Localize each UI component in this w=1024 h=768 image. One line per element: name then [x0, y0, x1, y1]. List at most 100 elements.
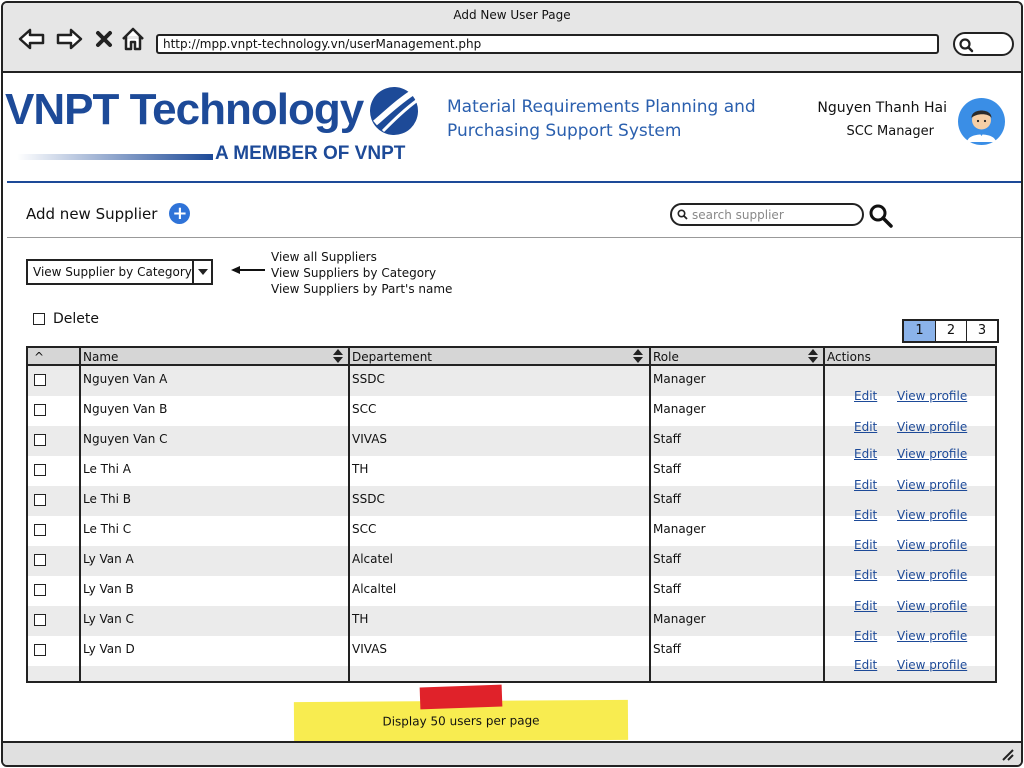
view-profile-link[interactable]: View profile	[897, 420, 967, 434]
row-checkbox[interactable]	[34, 524, 46, 536]
edit-link[interactable]: Edit	[854, 447, 877, 461]
row-role: Manager	[653, 612, 706, 626]
users-table: ^ Name Departement Role Actions Nguyen V…	[26, 346, 997, 683]
row-checkbox[interactable]	[34, 644, 46, 656]
table-row[interactable]: Ly Van A Alcatel Staff	[28, 546, 995, 576]
delete-label: Delete	[53, 311, 99, 327]
table-row[interactable]: Ly Van C TH Manager	[28, 606, 995, 636]
view-profile-link[interactable]: View profile	[897, 599, 967, 613]
page-1-button[interactable]: 1	[904, 321, 935, 341]
header-role[interactable]: Role	[653, 349, 679, 365]
plus-circle-icon: +	[169, 203, 191, 224]
row-checkbox[interactable]	[34, 464, 46, 476]
pagination: 1 2 3	[902, 319, 999, 343]
view-profile-link[interactable]: View profile	[897, 508, 967, 522]
row-checkbox[interactable]	[34, 434, 46, 446]
row-department: SSDC	[352, 372, 385, 386]
table-row[interactable]: Ly Van B Alcaltel Staff	[28, 576, 995, 606]
row-checkbox[interactable]	[34, 554, 46, 566]
add-supplier-button[interactable]: Add new Supplier +	[26, 203, 191, 224]
view-profile-link[interactable]: View profile	[897, 478, 967, 492]
header-actions: Actions	[827, 350, 871, 364]
back-arrow-icon[interactable]	[18, 25, 46, 53]
row-department: Alcatel	[352, 552, 393, 566]
edit-link[interactable]: Edit	[854, 599, 877, 613]
header-select-all[interactable]: ^	[34, 349, 44, 365]
edit-link[interactable]: Edit	[854, 508, 877, 522]
edit-link[interactable]: Edit	[854, 629, 877, 643]
view-option-category[interactable]: View Suppliers by Category	[271, 265, 452, 281]
resize-grip-icon[interactable]	[1001, 748, 1015, 762]
delete-checkbox[interactable]	[33, 313, 45, 325]
view-filter-select[interactable]: View Supplier by Category	[26, 259, 213, 285]
table-row[interactable]: Nguyen Van A SSDC Manager	[28, 366, 995, 396]
edit-link[interactable]: Edit	[854, 389, 877, 403]
app-title-line2: Purchasing Support System	[447, 121, 682, 141]
forward-arrow-icon[interactable]	[55, 25, 83, 53]
edit-link[interactable]: Edit	[854, 568, 877, 582]
app-title: Material Requirements Planning and Purch…	[447, 95, 797, 143]
search-icon	[959, 38, 974, 53]
row-name: Ly Van D	[83, 642, 135, 656]
row-checkbox[interactable]	[34, 584, 46, 596]
table-row[interactable]: Le Thi A TH Staff	[28, 456, 995, 486]
row-name: Le Thi A	[83, 462, 131, 476]
row-name: Nguyen Van C	[83, 432, 168, 446]
view-profile-link[interactable]: View profile	[897, 389, 967, 403]
row-role: Staff	[653, 432, 681, 446]
row-checkbox[interactable]	[34, 614, 46, 626]
row-checkbox[interactable]	[34, 374, 46, 386]
home-icon[interactable]	[119, 25, 147, 53]
edit-link[interactable]: Edit	[854, 538, 877, 552]
close-x-icon[interactable]	[90, 25, 118, 53]
sort-name-icon[interactable]	[333, 349, 343, 363]
view-profile-link[interactable]: View profile	[897, 447, 967, 461]
column-divider	[823, 348, 825, 681]
table-header: ^ Name Departement Role Actions	[28, 348, 995, 366]
page-3-button[interactable]: 3	[966, 321, 997, 341]
header-department[interactable]: Departement	[352, 349, 432, 365]
edit-link[interactable]: Edit	[854, 658, 877, 672]
sort-department-icon[interactable]	[633, 349, 643, 363]
table-row[interactable]: Nguyen Van C VIVAS Staff	[28, 426, 995, 456]
edit-link[interactable]: Edit	[854, 478, 877, 492]
row-checkbox[interactable]	[34, 494, 46, 506]
view-filter-selected: View Supplier by Category	[33, 265, 192, 279]
header-divider	[7, 181, 1021, 183]
view-option-part-name[interactable]: View Suppliers by Part's name	[271, 281, 452, 297]
view-profile-link[interactable]: View profile	[897, 568, 967, 582]
vnpt-logo-icon	[370, 87, 420, 135]
logo-underline	[17, 154, 213, 160]
toolbar-divider	[7, 237, 1021, 238]
sticky-note-tape	[419, 684, 503, 710]
add-supplier-label: Add new Supplier	[26, 204, 158, 223]
arrow-left-icon	[231, 266, 265, 274]
row-department: TH	[352, 462, 369, 476]
row-checkbox[interactable]	[34, 404, 46, 416]
table-row[interactable]: Nguyen Van B SCC Manager	[28, 396, 995, 426]
table-row-empty	[28, 666, 995, 681]
view-profile-link[interactable]: View profile	[897, 538, 967, 552]
sort-role-icon[interactable]	[808, 349, 818, 363]
supplier-search-input[interactable]: search supplier	[670, 203, 864, 226]
row-role: Staff	[653, 552, 681, 566]
chevron-down-icon[interactable]	[192, 261, 211, 283]
view-option-all[interactable]: View all Suppliers	[271, 249, 452, 265]
row-name: Ly Van C	[83, 612, 134, 626]
row-name: Nguyen Van B	[83, 402, 168, 416]
view-profile-link[interactable]: View profile	[897, 658, 967, 672]
table-row[interactable]: Ly Van D VIVAS Staff	[28, 636, 995, 666]
table-row[interactable]: Le Thi B SSDC Staff	[28, 486, 995, 516]
edit-link[interactable]: Edit	[854, 420, 877, 434]
header-name[interactable]: Name	[83, 349, 118, 365]
address-bar[interactable]: http://mpp.vnpt-technology.vn/userManage…	[156, 34, 939, 54]
page-2-button[interactable]: 2	[935, 321, 966, 341]
view-profile-link[interactable]: View profile	[897, 629, 967, 643]
browser-toolbar: Add New User Page http://mpp.vnpt-techno…	[3, 3, 1021, 73]
table-row[interactable]: Le Thi C SCC Manager	[28, 516, 995, 546]
browser-search-field[interactable]	[953, 32, 1014, 56]
user-avatar-icon[interactable]	[958, 98, 1005, 145]
delete-control[interactable]: Delete	[33, 311, 99, 327]
search-button-icon[interactable]	[868, 203, 894, 229]
row-role: Manager	[653, 402, 706, 416]
